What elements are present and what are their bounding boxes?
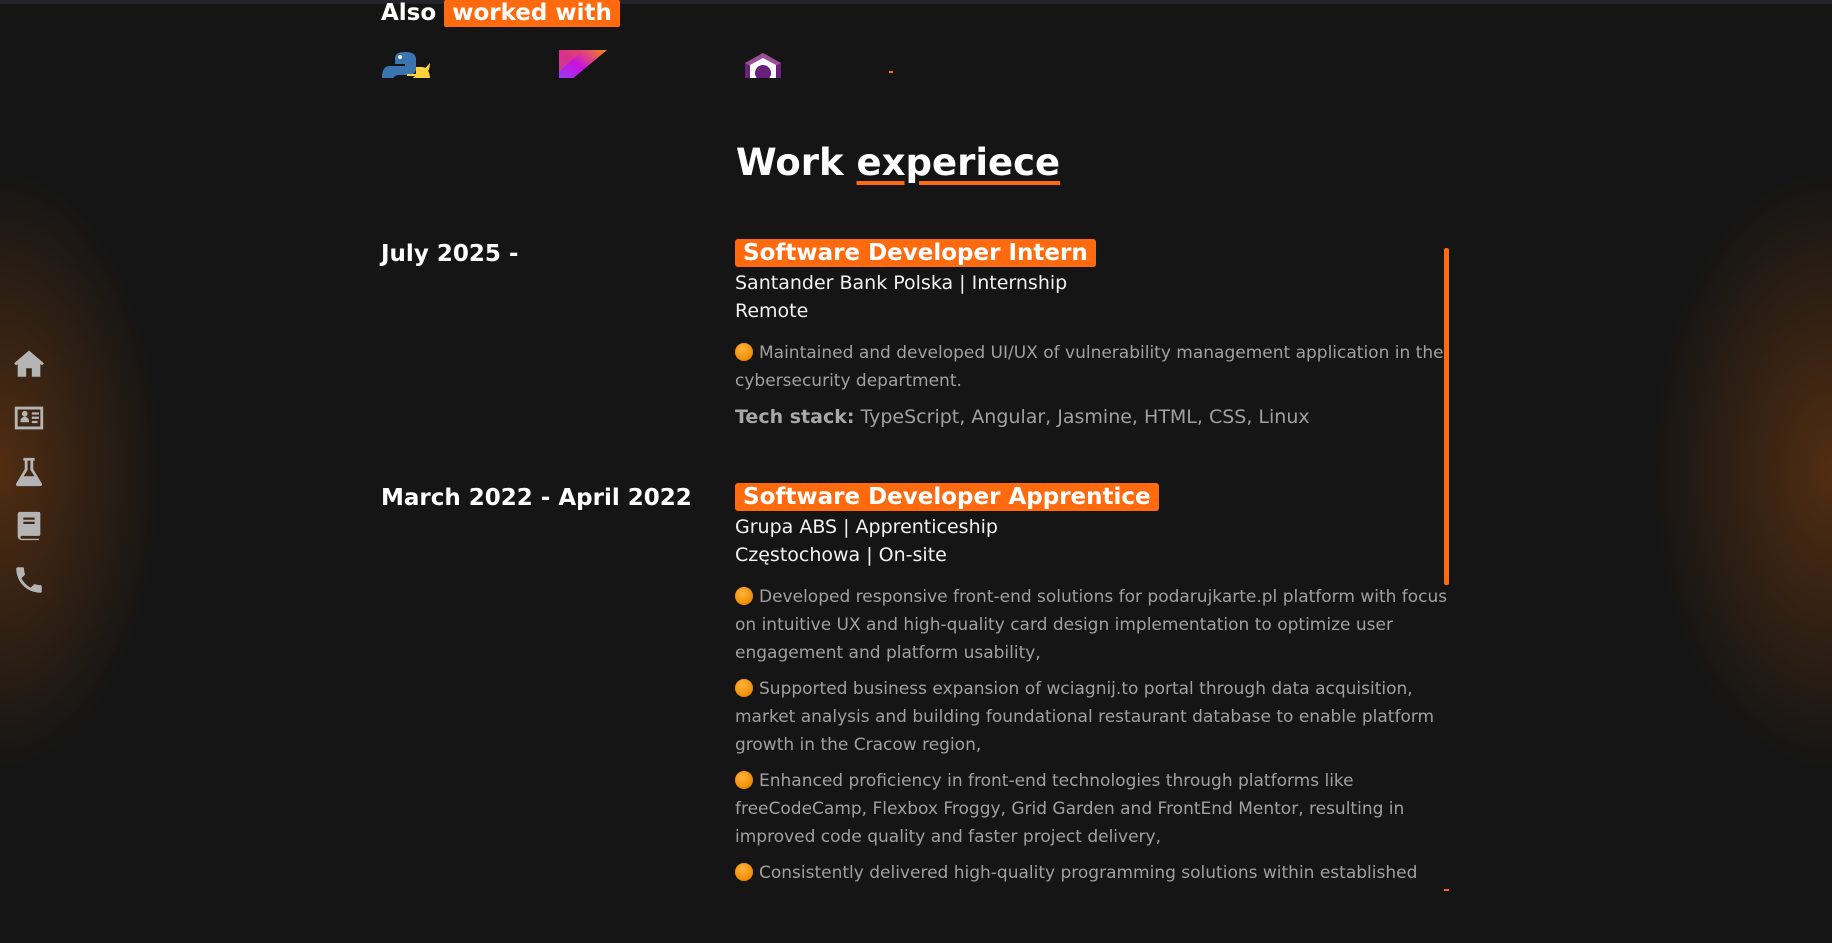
job-body: Software Developer Intern Santander Bank… [735,239,1455,431]
book-icon [17,511,41,540]
nav-blog[interactable] [12,507,52,544]
also-highlight: worked with [444,0,620,27]
job-date: July 2025 - [381,241,519,267]
orange-circle-icon [735,343,753,361]
job-body: Software Developer Apprentice Grupa ABS … [735,483,1455,895]
id-card-icon [14,406,44,429]
orange-circle-icon [735,863,753,881]
job-company: Santander Bank Polska | Internship [735,272,1068,294]
timeline-scrollbar[interactable] [1444,248,1449,585]
tech-logos-row [381,50,941,78]
job-title: Software Developer Intern [735,239,1096,267]
job-title: Software Developer Apprentice [735,483,1159,511]
section-title-part2: experiece [856,141,1061,184]
flask-icon [15,457,43,486]
csharp-logo-icon [743,53,783,78]
timeline-end-mark [1444,889,1449,891]
home-icon [14,350,44,377]
job-bullet: Consistently delivered high-quality prog… [735,859,1455,887]
job-bullets: Maintained and developed UI/UX of vulner… [735,339,1455,395]
also-prefix: Also [381,0,437,26]
job-company: Grupa ABS | Apprenticeship [735,516,998,538]
job-bullet: Enhanced proficiency in front-end techno… [735,771,1405,847]
job-location: Remote [735,300,809,322]
tech-stack: Tech stack: TypeScript, Angular, Jasmine… [735,403,1455,431]
scroll-mark [889,71,893,73]
nav-home[interactable] [12,345,52,382]
top-strip [0,0,1832,4]
section-title: Work experiece [0,140,1814,186]
nav-contact[interactable] [12,561,52,598]
orange-circle-icon [735,771,753,789]
python-logo-icon [381,50,431,78]
portfolio-page: Also worked with Work experiece July 202… [0,0,1832,943]
job-bullet: Supported business expansion of wciagnij… [735,679,1435,755]
kotlin-logo-icon [559,50,609,78]
nav-about[interactable] [12,399,52,436]
side-nav [12,345,52,598]
job-bullets: Developed responsive front-end solutions… [735,583,1455,887]
job-location: Częstochowa | On-site [735,544,947,566]
job-bullet: Developed responsive front-end solutions… [735,587,1448,663]
orange-circle-icon [735,587,753,605]
job-date: March 2022 - April 2022 [381,485,692,511]
section-title-part1: Work [735,141,844,184]
orange-circle-icon [735,679,753,697]
phone-icon [16,566,42,593]
tech-stack-value: TypeScript, Angular, Jasmine, HTML, CSS,… [860,406,1310,428]
job-bullet: Maintained and developed UI/UX of vulner… [735,343,1444,391]
also-worked-with-heading: Also worked with [381,0,620,27]
tech-stack-label: Tech stack: [735,406,855,428]
nav-projects[interactable] [12,453,52,490]
